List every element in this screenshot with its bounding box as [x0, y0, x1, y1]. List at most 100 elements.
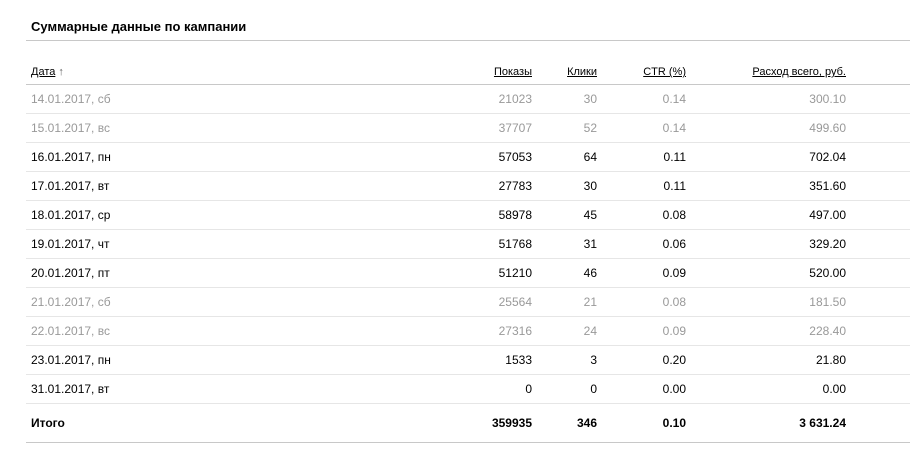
table-row: 21.01.2017, сб 25564 21 0.08 181.50	[26, 287, 910, 317]
cell-spend: 702.04	[686, 142, 846, 172]
table-row: 14.01.2017, сб 21023 30 0.14 300.10	[26, 84, 910, 114]
cell-date: 17.01.2017, вт	[26, 171, 306, 201]
row-spacer	[846, 171, 910, 201]
cell-spend: 21.80	[686, 345, 846, 375]
cell-ctr: 0.09	[597, 316, 686, 346]
cell-date: 31.01.2017, вт	[26, 374, 306, 404]
cell-shows: 0	[306, 374, 532, 404]
cell-spend: 228.40	[686, 316, 846, 346]
row-spacer	[846, 142, 910, 172]
column-header-ctr[interactable]: CTR (%)	[597, 60, 686, 85]
cell-ctr: 0.11	[597, 142, 686, 172]
cell-ctr: 0.20	[597, 345, 686, 375]
column-header-spend[interactable]: Расход всего, руб.	[686, 60, 846, 85]
table-row: 17.01.2017, вт 27783 30 0.11 351.60	[26, 171, 910, 201]
cell-ctr: 0.08	[597, 287, 686, 317]
total-spend: 3 631.24	[686, 403, 846, 443]
total-label: Итого	[26, 403, 306, 443]
total-row: Итого 359935 346 0.10 3 631.24	[26, 403, 910, 443]
cell-spend: 300.10	[686, 84, 846, 114]
cell-clicks: 24	[532, 316, 597, 346]
sort-by-shows-link[interactable]: Показы	[494, 66, 532, 78]
total-shows: 359935	[306, 403, 532, 443]
sort-by-ctr-link[interactable]: CTR (%)	[643, 66, 686, 78]
title-divider	[26, 40, 910, 41]
table-row: 31.01.2017, вт 0 0 0.00 0.00	[26, 374, 910, 404]
cell-spend: 499.60	[686, 113, 846, 143]
cell-clicks: 21	[532, 287, 597, 317]
cell-date: 21.01.2017, сб	[26, 287, 306, 317]
cell-clicks: 3	[532, 345, 597, 375]
table-row: 19.01.2017, чт 51768 31 0.06 329.20	[26, 229, 910, 259]
cell-shows: 21023	[306, 84, 532, 114]
table-header-row: Дата ↑ Показы Клики CTR (%) Расход всего,…	[26, 60, 910, 85]
cell-date: 22.01.2017, вс	[26, 316, 306, 346]
table-row: 23.01.2017, пн 1533 3 0.20 21.80	[26, 345, 910, 375]
column-header-shows[interactable]: Показы	[306, 60, 532, 85]
page-title: Суммарные данные по кампании	[31, 19, 247, 34]
table-row: 18.01.2017, ср 58978 45 0.08 497.00	[26, 200, 910, 230]
cell-ctr: 0.06	[597, 229, 686, 259]
table-row: 20.01.2017, пт 51210 46 0.09 520.00	[26, 258, 910, 288]
row-spacer	[846, 258, 910, 288]
cell-clicks: 30	[532, 84, 597, 114]
cell-shows: 57053	[306, 142, 532, 172]
cell-shows: 51210	[306, 258, 532, 288]
cell-shows: 27783	[306, 171, 532, 201]
cell-ctr: 0.08	[597, 200, 686, 230]
cell-shows: 25564	[306, 287, 532, 317]
table-row: 15.01.2017, вс 37707 52 0.14 499.60	[26, 113, 910, 143]
cell-ctr: 0.14	[597, 84, 686, 114]
cell-spend: 520.00	[686, 258, 846, 288]
total-spacer	[846, 403, 910, 443]
column-header-date[interactable]: Дата ↑	[26, 60, 306, 85]
cell-clicks: 30	[532, 171, 597, 201]
cell-spend: 0.00	[686, 374, 846, 404]
table-row: 22.01.2017, вс 27316 24 0.09 228.40	[26, 316, 910, 346]
cell-shows: 1533	[306, 345, 532, 375]
table-row: 16.01.2017, пн 57053 64 0.11 702.04	[26, 142, 910, 172]
cell-ctr: 0.00	[597, 374, 686, 404]
cell-date: 20.01.2017, пт	[26, 258, 306, 288]
cell-date: 15.01.2017, вс	[26, 113, 306, 143]
cell-shows: 27316	[306, 316, 532, 346]
cell-date: 18.01.2017, ср	[26, 200, 306, 230]
row-spacer	[846, 374, 910, 404]
row-spacer	[846, 200, 910, 230]
cell-spend: 181.50	[686, 287, 846, 317]
cell-clicks: 45	[532, 200, 597, 230]
cell-ctr: 0.14	[597, 113, 686, 143]
cell-clicks: 64	[532, 142, 597, 172]
cell-clicks: 31	[532, 229, 597, 259]
cell-shows: 51768	[306, 229, 532, 259]
cell-shows: 58978	[306, 200, 532, 230]
cell-spend: 497.00	[686, 200, 846, 230]
cell-ctr: 0.11	[597, 171, 686, 201]
cell-clicks: 52	[532, 113, 597, 143]
row-spacer	[846, 84, 910, 114]
sort-by-date-link[interactable]: Дата	[31, 66, 55, 78]
cell-spend: 329.20	[686, 229, 846, 259]
row-spacer	[846, 229, 910, 259]
sort-by-spend-link[interactable]: Расход всего, руб.	[752, 66, 846, 78]
row-spacer	[846, 345, 910, 375]
cell-spend: 351.60	[686, 171, 846, 201]
sort-by-clicks-link[interactable]: Клики	[567, 66, 597, 78]
row-spacer	[846, 113, 910, 143]
cell-clicks: 46	[532, 258, 597, 288]
cell-date: 19.01.2017, чт	[26, 229, 306, 259]
cell-date: 23.01.2017, пн	[26, 345, 306, 375]
campaign-summary-table: Дата ↑ Показы Клики CTR (%) Расход всего,…	[26, 60, 910, 443]
cell-date: 14.01.2017, сб	[26, 84, 306, 114]
total-clicks: 346	[532, 403, 597, 443]
column-spacer	[846, 60, 910, 85]
cell-clicks: 0	[532, 374, 597, 404]
total-ctr: 0.10	[597, 403, 686, 443]
row-spacer	[846, 287, 910, 317]
row-spacer	[846, 316, 910, 346]
sort-arrow-up-icon: ↑	[58, 66, 64, 78]
cell-ctr: 0.09	[597, 258, 686, 288]
column-header-clicks[interactable]: Клики	[532, 60, 597, 85]
cell-shows: 37707	[306, 113, 532, 143]
cell-date: 16.01.2017, пн	[26, 142, 306, 172]
